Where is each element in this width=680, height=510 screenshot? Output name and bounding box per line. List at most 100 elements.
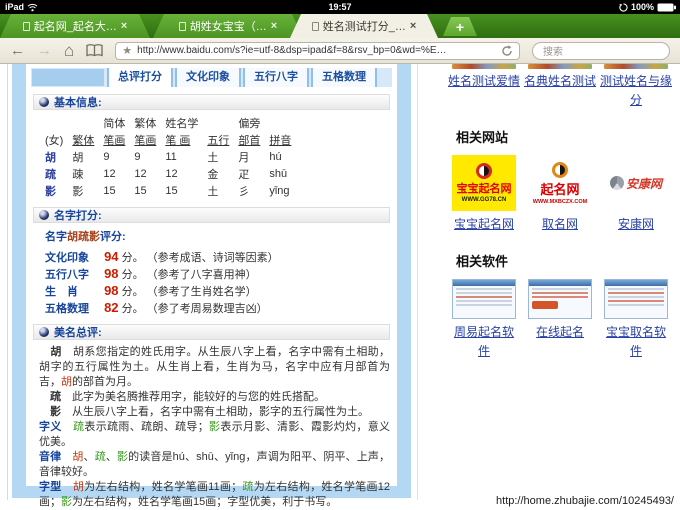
link-name-fate-test[interactable]: 测试姓名与缘分 (600, 72, 672, 110)
related-software-thumbs (448, 279, 674, 319)
address-bar[interactable]: ★ http://www.baidu.com/s?ie=utf-8&dsp=ip… (115, 41, 520, 60)
group-header: 简体 (103, 118, 126, 130)
score-value: 94 (104, 249, 119, 264)
col-header: 笔画 (134, 135, 157, 147)
name-char-link[interactable]: 影 (45, 183, 72, 200)
name-char-link[interactable]: 胡 (45, 149, 72, 166)
page-content: 总评打分 文化印象 五行八字 五格数理 基本信息: 简体 繁体 姓名学 偏旁 (… (0, 64, 680, 510)
section-title: 基本信息: (54, 97, 102, 109)
table-header-row: (女) 繁体 笔画 笔画 笔 画 五行 部首 拼音 (45, 132, 300, 149)
link-mingdian-test[interactable]: 名典姓名测试 (524, 72, 596, 110)
summary-paragraph: 胡 胡系您指定的姓氏用字。从生辰八字上看，名字中需有土相助，胡字的五行属性为土。… (39, 346, 391, 388)
globe-icon (39, 97, 49, 107)
screen: iPad 19:57 100% 起名网_起名大… × 胡姓女宝宝（… × 姓名测… (0, 0, 680, 510)
table-group-header-row: 简体 繁体 姓名学 偏旁 (45, 115, 300, 132)
close-tab-icon[interactable]: × (410, 20, 416, 32)
table-row: 疏 疎 12 12 12 金 疋 shū (45, 166, 288, 183)
score-value: 98 (104, 266, 119, 281)
col-header: 笔画 (103, 135, 126, 147)
related-sites-title: 相关网站 (456, 130, 509, 145)
back-icon[interactable]: ← (10, 43, 25, 58)
group-header: 姓名学 (165, 118, 199, 130)
summary-paragraph: 字义 疏表示疏雨、疏朗、疏导；影表示月影、清影、霞影灼灼，意义优美。 (39, 421, 391, 448)
name-char-link[interactable]: 疏 (45, 166, 72, 183)
tab-strip-filler (32, 69, 104, 86)
thumbnail-sliver-row (448, 64, 674, 69)
browser-tab-2[interactable]: 胡姓女宝宝（… × (153, 14, 303, 38)
logo-ankang-wang[interactable]: 安康网 (600, 155, 672, 211)
link-quming-wang[interactable]: 取名网 (524, 215, 596, 234)
bookmark-star-icon[interactable]: ★ (122, 44, 132, 57)
tab-wuxing-bazi[interactable]: 五行八字 (243, 68, 309, 87)
score-value: 82 (104, 300, 119, 315)
table-row: 胡 胡 9 9 11 土 月 hú (45, 149, 282, 166)
group-header: 偏旁 (238, 118, 261, 130)
logo-baobao-qiming[interactable]: 宝宝起名网 WWW.GG78.CN (448, 155, 520, 211)
scores-block: 名字胡疏影评分: 文化印象 94 分。 （参考成语、诗词等因素） 五行八字 98… (45, 228, 392, 317)
search-input[interactable]: 搜索 (532, 41, 670, 60)
page-border-line (7, 64, 8, 500)
section-header-name-score: 名字打分: (33, 207, 390, 223)
result-panel: 总评打分 文化印象 五行八字 五格数理 基本信息: 简体 繁体 姓名学 偏旁 (… (12, 64, 411, 508)
browser-tab-title: 胡姓女宝宝（… (189, 21, 267, 33)
section-header-basic-info: 基本信息: (33, 94, 390, 110)
reload-icon[interactable] (501, 44, 513, 57)
col-header: 繁体 (72, 135, 95, 147)
col-header: 五行 (207, 135, 230, 147)
browser-tab-title: 姓名测试打分_… (322, 21, 406, 33)
close-tab-icon[interactable]: × (271, 20, 277, 32)
browser-tab-3-active[interactable]: 姓名测试打分_… × (290, 14, 438, 38)
tab-overall-score[interactable]: 总评打分 (107, 68, 173, 87)
result-tab-strip: 总评打分 文化印象 五行八字 五格数理 (31, 68, 392, 87)
taiji-icon (476, 163, 492, 179)
thumbnail-sliver (528, 64, 592, 69)
col-header: (女) (45, 135, 64, 147)
link-zhouyi-software[interactable]: 周易起名软件 (448, 323, 520, 361)
score-intro: 名字胡疏影评分: (45, 231, 126, 243)
section-title: 名字打分: (54, 210, 102, 222)
page-icon (23, 22, 30, 31)
close-tab-icon[interactable]: × (121, 20, 127, 32)
link-baobao-qiming[interactable]: 宝宝起名网 (448, 215, 520, 234)
link-baobao-software[interactable]: 宝宝取名软件 (600, 323, 672, 361)
basic-info-table: 简体 繁体 姓名学 偏旁 (女) 繁体 笔画 笔画 笔 画 五行 部首 拼音 胡… (45, 115, 300, 200)
tab-culture-impression[interactable]: 文化印象 (175, 68, 241, 87)
bookmarks-icon[interactable] (86, 44, 103, 57)
software-screenshot[interactable] (528, 279, 592, 319)
logo-qiming-wang[interactable]: 起名网 WWW.MXBCZX.COM (524, 155, 596, 211)
section-title: 美名总评: (54, 327, 102, 339)
browser-tab-1[interactable]: 起名网_起名大… × (0, 14, 150, 38)
forward-icon[interactable]: → (37, 43, 52, 58)
result-panel-inner: 总评打分 文化印象 五行八字 五格数理 基本信息: 简体 繁体 姓名学 偏旁 (… (26, 64, 397, 508)
summary-paragraph: 疏 此字为美名腾推荐用字，能较好的与您的姓氏搭配。 (39, 391, 325, 403)
score-value: 98 (104, 283, 119, 298)
related-sites-logos: 宝宝起名网 WWW.GG78.CN 起名网 WWW.MXBCZX.COM 安康网 (448, 155, 674, 211)
home-icon[interactable]: ⌂ (64, 42, 74, 59)
summary-paragraph: 影 从生辰八字上看，名字中需有土相助，影字的五行属性为土。 (39, 406, 369, 418)
thumbnail-sliver (452, 64, 516, 69)
globe-icon (39, 210, 49, 220)
link-online-qiming[interactable]: 在线起名 (524, 323, 596, 361)
software-screenshot[interactable] (604, 279, 668, 319)
page-icon (312, 22, 319, 31)
swirl-icon (609, 176, 624, 190)
link-name-test-love[interactable]: 姓名测试爱情 (448, 72, 520, 110)
column-divider-line (417, 64, 418, 500)
browser-tab-bar: 起名网_起名大… × 胡姓女宝宝（… × 姓名测试打分_… × + (0, 14, 680, 38)
browser-toolbar: ← → ⌂ ★ http://www.baidu.com/s?ie=utf-8&… (0, 38, 680, 64)
tab-wuge-shuli[interactable]: 五格数理 (311, 68, 377, 87)
table-row: 影 影 15 15 15 土 彡 yǐng (45, 183, 290, 200)
group-header: 繁体 (134, 118, 157, 130)
score-row-bazi: 五行八字 98 分。 （参考了八字喜用神） (45, 266, 257, 281)
new-tab-button[interactable]: + (443, 17, 477, 36)
score-row-zodiac: 生 肖 98 分。 （参考了生肖姓名学） (45, 283, 257, 298)
status-bar: iPad 19:57 100% (0, 0, 680, 14)
thumbnail-sliver (604, 64, 668, 69)
related-software-title: 相关软件 (456, 254, 509, 269)
link-ankang-wang[interactable]: 安康网 (600, 215, 672, 234)
page-icon (179, 22, 186, 31)
globe-icon (39, 327, 49, 337)
software-screenshot[interactable] (452, 279, 516, 319)
section-header-summary: 美名总评: (33, 324, 390, 340)
summary-paragraph: 字型 胡为左右结构，姓名学笔画11画；疏为左右结构，姓名学笔画12画；影为左右结… (39, 481, 391, 508)
